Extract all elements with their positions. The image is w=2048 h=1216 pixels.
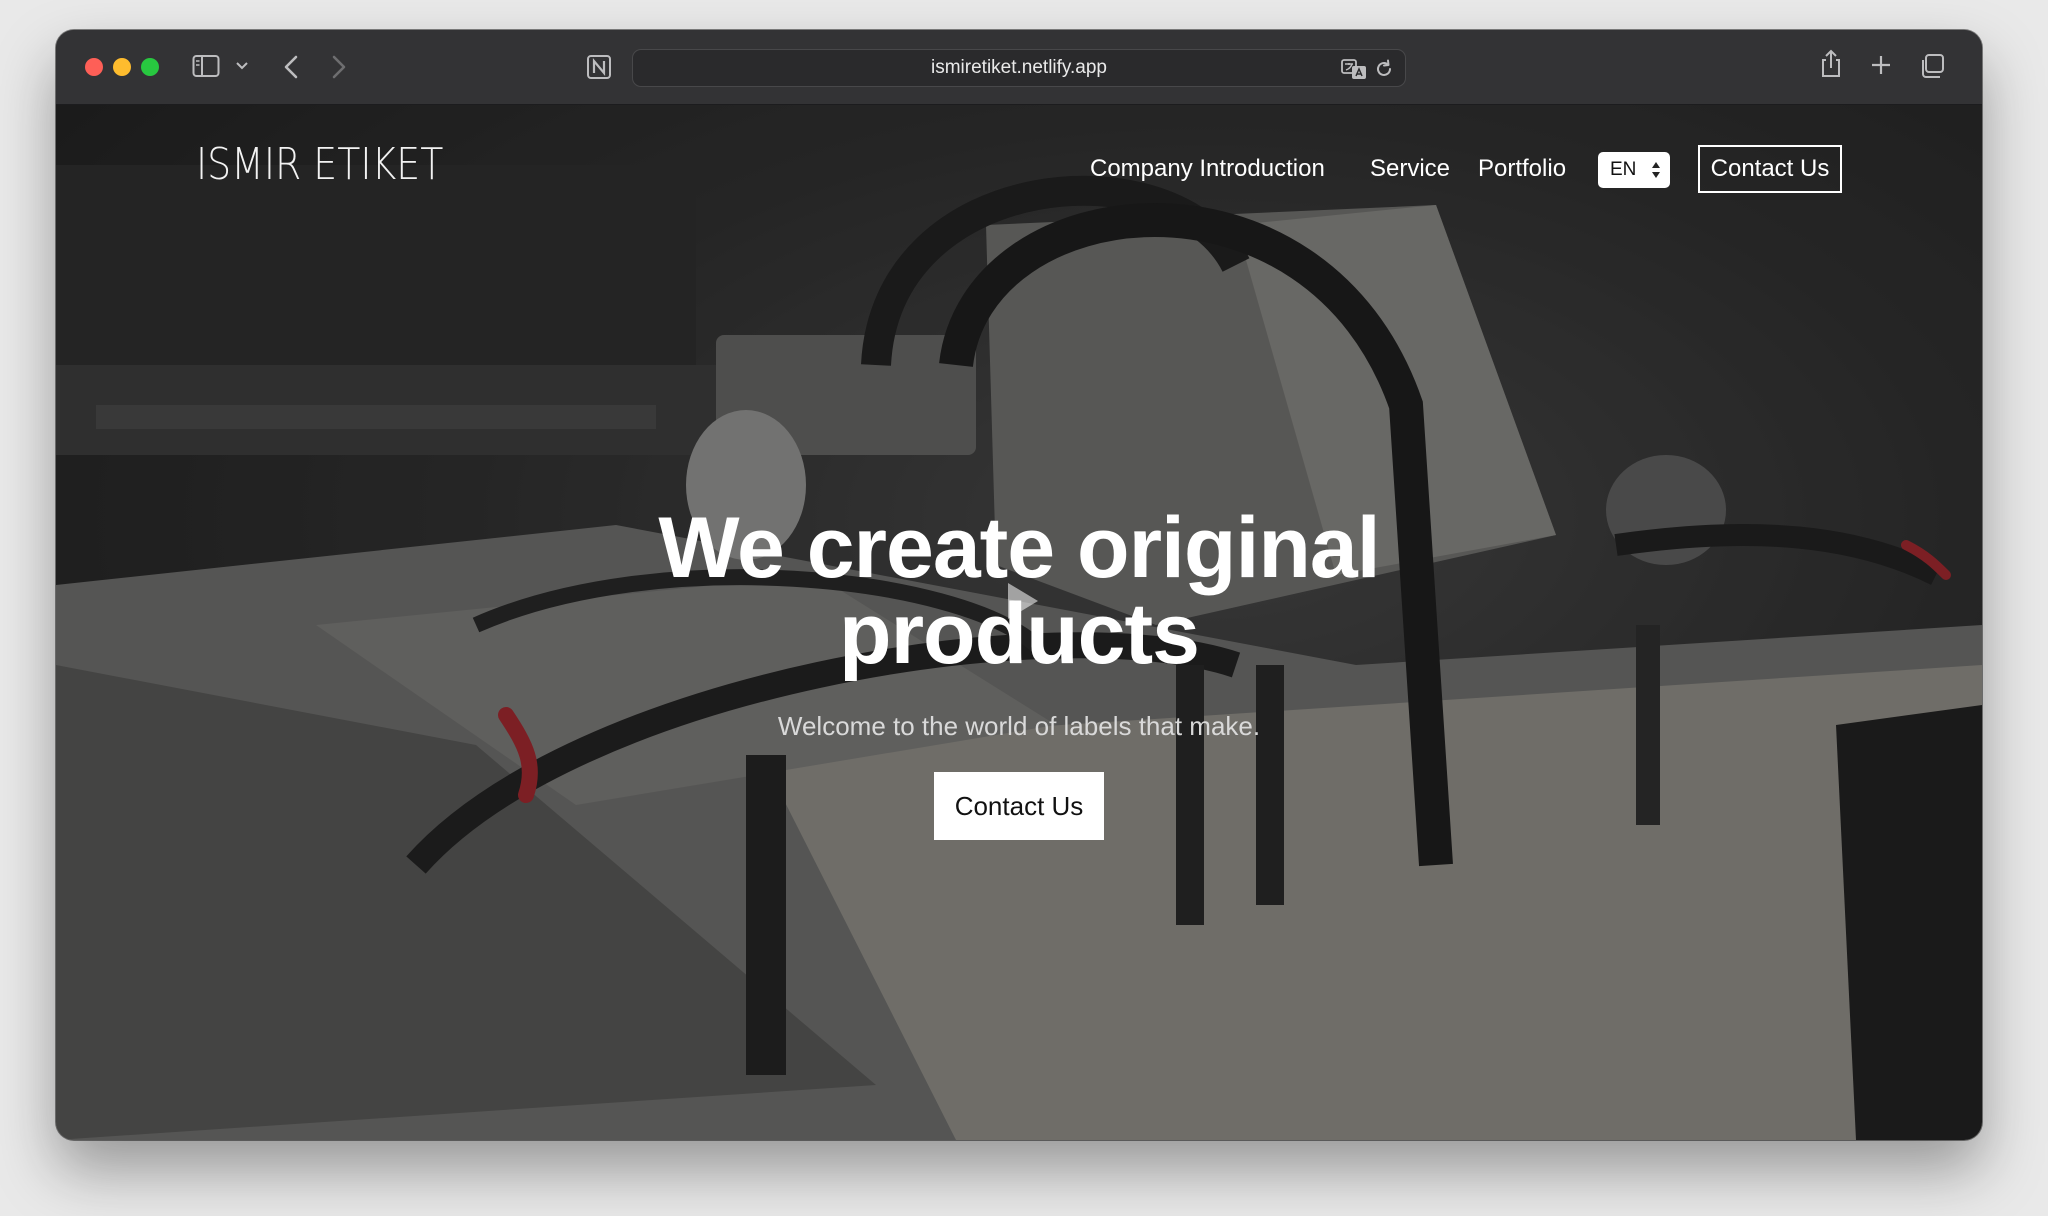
hero-subtitle: Welcome to the world of labels that make… <box>777 711 1261 741</box>
minimize-window-button[interactable] <box>113 58 131 76</box>
translate-icon[interactable] <box>1341 58 1367 80</box>
language-select[interactable]: EN <box>1598 152 1670 188</box>
share-icon[interactable] <box>1818 48 1844 80</box>
webpage: ISMIR ETIKET Company Introduction Servic… <box>56 105 1982 1140</box>
language-select-value: EN <box>1610 159 1637 180</box>
forward-arrow-icon[interactable] <box>326 52 352 82</box>
select-arrows-icon <box>1652 162 1660 178</box>
browser-window: ismiretiket.netlify.app ISMIR ETIKET Com… <box>56 30 1982 1140</box>
address-bar[interactable]: ismiretiket.netlify.app <box>632 49 1406 87</box>
tabs-overview-icon[interactable] <box>1918 52 1946 80</box>
notion-icon[interactable] <box>584 52 614 82</box>
hero-contact-us-button[interactable]: Contact Us <box>934 772 1104 840</box>
chevron-down-icon[interactable] <box>234 56 250 76</box>
site-navigation: Company Introduction Service Portfolio E… <box>56 145 1982 193</box>
hero-section: We create original products Welcome to t… <box>56 505 1982 840</box>
hero-title: We create original products <box>658 500 1380 682</box>
close-window-button[interactable] <box>85 58 103 76</box>
zoom-window-button[interactable] <box>141 58 159 76</box>
nav-company-introduction[interactable]: Company Introduction <box>1090 145 1325 193</box>
browser-toolbar: ismiretiket.netlify.app <box>56 30 1982 105</box>
nav-service[interactable]: Service <box>1370 145 1450 193</box>
url-text[interactable]: ismiretiket.netlify.app <box>633 50 1405 86</box>
plus-icon[interactable] <box>1868 52 1894 78</box>
nav-contact-us-button[interactable]: Contact Us <box>1698 145 1842 193</box>
reload-icon[interactable] <box>1373 58 1395 80</box>
sidebar-toggle-icon[interactable] <box>192 54 220 78</box>
nav-portfolio[interactable]: Portfolio <box>1478 145 1566 193</box>
back-arrow-icon[interactable] <box>278 52 304 82</box>
